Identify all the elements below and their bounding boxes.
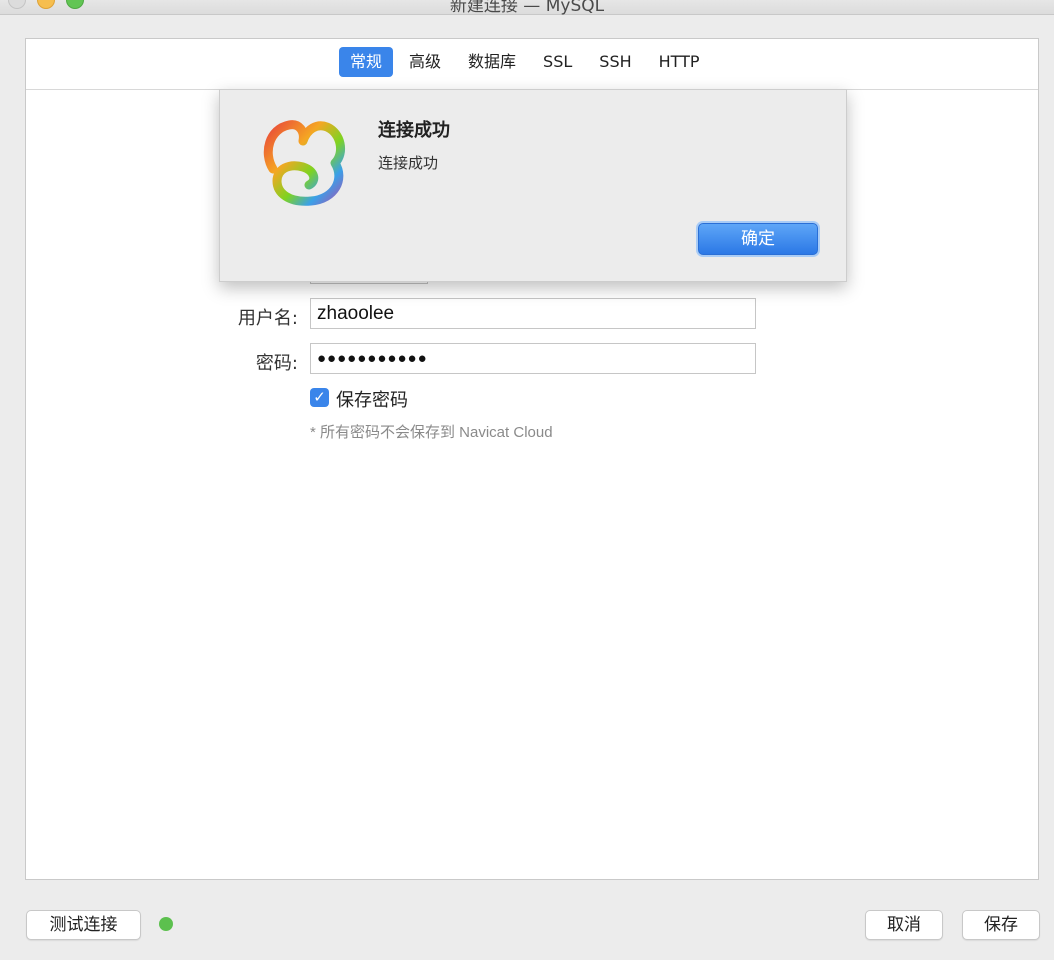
dialog-title: 连接成功 [378, 120, 450, 141]
password-field[interactable]: ●●●●●●●●●●● [310, 343, 756, 374]
username-field[interactable]: zhaoolee [310, 298, 756, 329]
tab-bar: 常规 高级 数据库 SSL SSH HTTP [26, 39, 1038, 90]
cancel-button[interactable]: 取消 [865, 910, 943, 940]
tab-ssh[interactable]: SSH [588, 47, 642, 77]
checkmark-icon: ✓ [313, 388, 326, 406]
title-bar: 新建连接 — MySQL [0, 0, 1054, 16]
tab-http[interactable]: HTTP [648, 47, 711, 77]
save-password-label[interactable]: 保存密码 [336, 386, 408, 412]
username-label: 用户名: [237, 308, 298, 329]
tab-advanced[interactable]: 高级 [398, 47, 452, 77]
save-password-checkbox[interactable]: ✓ [310, 388, 329, 407]
save-button[interactable]: 保存 [962, 910, 1040, 940]
password-label: 密码: [255, 353, 298, 374]
tab-general[interactable]: 常规 [339, 47, 394, 77]
connection-status-indicator [159, 917, 173, 931]
dialog-message: 连接成功 [378, 154, 439, 172]
connection-success-dialog: 连接成功 连接成功 确定 [219, 89, 847, 282]
tab-ssl[interactable]: SSL [532, 47, 583, 77]
window-title: 新建连接 — MySQL [449, 0, 605, 16]
password-note: * 所有密码不会保存到 Navicat Cloud [310, 424, 553, 441]
tab-databases[interactable]: 数据库 [457, 47, 527, 77]
tab-list: 常规 高级 数据库 SSL SSH HTTP [339, 47, 716, 77]
test-connection-button[interactable]: 测试连接 [26, 910, 141, 940]
navicat-app-icon [263, 120, 346, 206]
ok-button[interactable]: 确定 [698, 223, 818, 255]
